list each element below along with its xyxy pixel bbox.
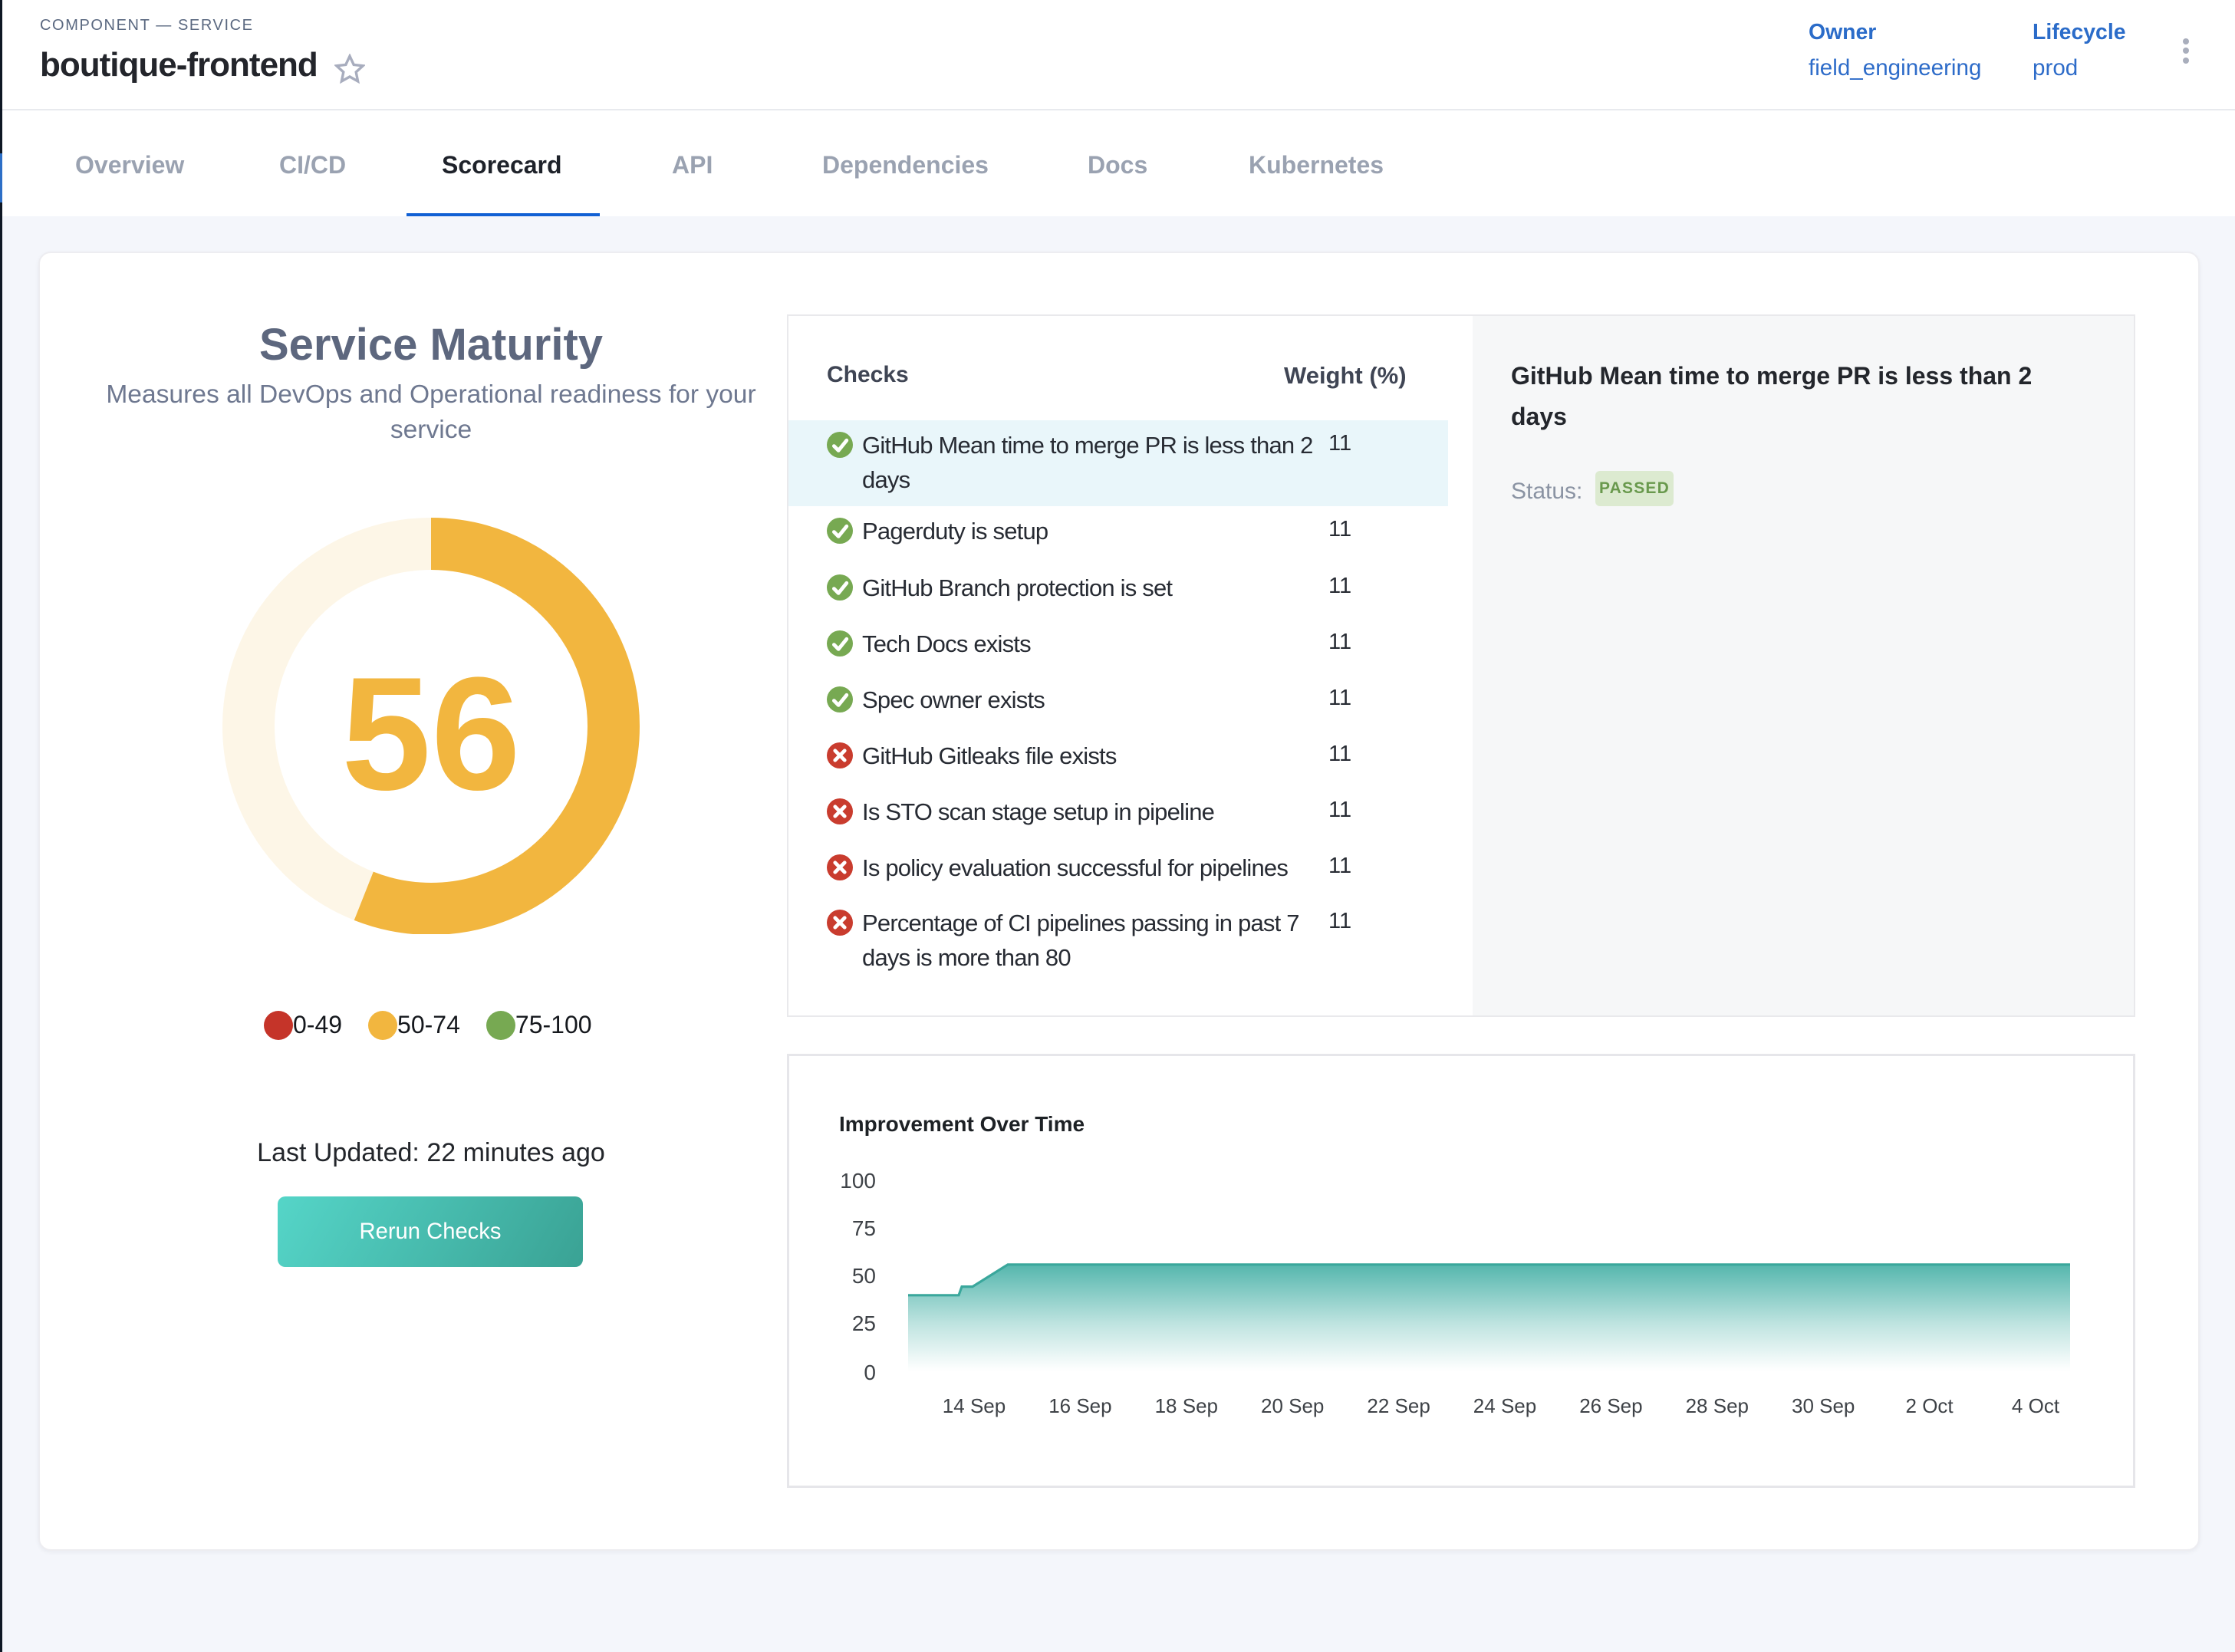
- svg-text:56: 56: [341, 643, 521, 824]
